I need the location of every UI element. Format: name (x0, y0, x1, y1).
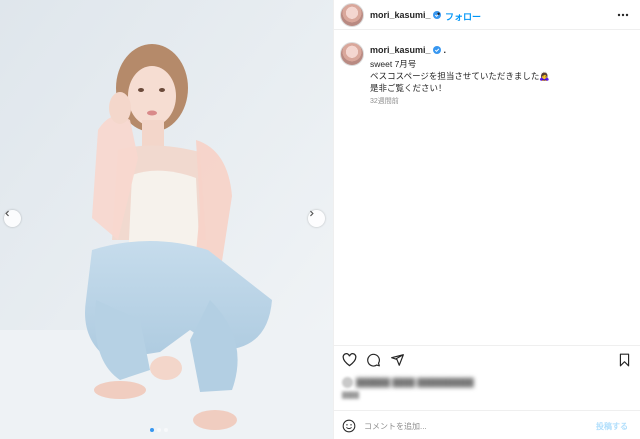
caption-line-1: sweet 7月号 (370, 59, 417, 69)
carousel-dot (164, 428, 168, 432)
post-comment-button[interactable]: 投稿する (596, 421, 628, 432)
likes-text-obscured: ██████ ████ ██████████ (356, 378, 474, 387)
like-button[interactable] (342, 353, 357, 372)
bookmark-icon (619, 353, 630, 367)
caption-emoji: 🙇‍♀️ (539, 71, 551, 81)
post-date-obscured: ████ (342, 393, 360, 399)
emoji-picker-button[interactable] (342, 419, 356, 438)
caption-line-3: 是非ご覧ください！ (370, 83, 447, 93)
share-icon (391, 354, 404, 366)
chevron-left-icon (5, 210, 9, 217)
previous-slide-button[interactable] (4, 210, 21, 227)
next-slide-button[interactable] (308, 210, 325, 227)
action-bar (334, 345, 640, 367)
carousel-dot (150, 428, 154, 432)
save-button[interactable] (618, 353, 631, 372)
carousel-indicator (150, 428, 168, 432)
smiley-icon (342, 419, 356, 433)
caption-username[interactable]: mori_kasumi_. (370, 45, 446, 55)
chevron-right-icon (310, 210, 314, 217)
share-button[interactable] (390, 353, 405, 372)
post-header: mori_kasumi_ • フォロー (334, 0, 640, 30)
post-timestamp[interactable]: 32週間前 (370, 96, 399, 106)
comment-icon (367, 353, 380, 367)
header-separator: • (437, 9, 441, 19)
more-horizontal-icon (617, 13, 629, 17)
username-text[interactable]: mori_kasumi_ (370, 10, 431, 20)
avatar[interactable] (340, 3, 364, 27)
caption-line-2: ベスコスページを担当させていただきました (370, 71, 540, 81)
likes-summary-obscured: ██████ ████ ██████████ (342, 376, 552, 388)
caption-dot: . (443, 45, 447, 55)
comment-bar: 投稿する (334, 410, 640, 439)
more-options-button[interactable] (616, 8, 630, 27)
caption-username-text[interactable]: mori_kasumi_ (370, 45, 431, 55)
verified-badge-icon (432, 46, 441, 54)
liker-avatar (342, 377, 353, 388)
post-image[interactable] (0, 0, 333, 439)
comment-button[interactable] (366, 353, 381, 372)
caption-avatar[interactable] (340, 42, 364, 66)
carousel-dot (157, 428, 161, 432)
comment-input[interactable] (364, 419, 594, 433)
heart-icon (342, 353, 357, 367)
header-username[interactable]: mori_kasumi_ (370, 10, 441, 20)
photo-illustration (0, 0, 333, 439)
follow-button[interactable]: フォロー (445, 10, 481, 23)
caption-text: sweet 7月号 ベスコスページを担当させていただきました🙇‍♀️ 是非ご覧く… (370, 58, 550, 94)
post-details-panel: mori_kasumi_ • フォロー mori_kasumi_. sweet … (334, 0, 640, 439)
